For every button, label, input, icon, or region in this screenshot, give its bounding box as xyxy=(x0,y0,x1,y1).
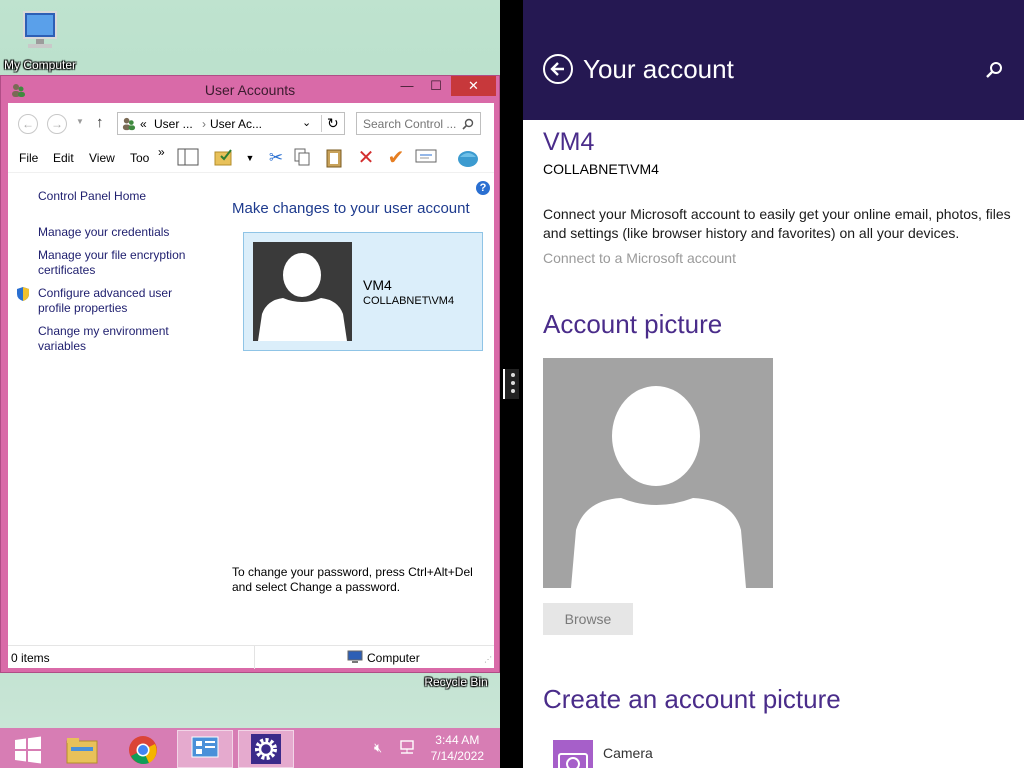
minimize-button[interactable]: — xyxy=(393,76,421,96)
camera-tile[interactable] xyxy=(553,740,593,768)
close-button[interactable]: ✕ xyxy=(451,76,496,96)
encryption-certificates-link[interactable]: Manage your file encryption certificates xyxy=(38,248,208,278)
taskbar-control-panel[interactable] xyxy=(177,730,233,768)
breadcrumb-user-accounts[interactable]: User ... xyxy=(154,117,193,131)
folder-icon xyxy=(66,738,98,764)
account-picture xyxy=(543,358,773,588)
account-domain: COLLABNET\VM4 xyxy=(543,161,659,177)
up-arrow-icon[interactable]: ↑ xyxy=(96,114,104,131)
my-computer-shortcut[interactable]: My Computer xyxy=(0,10,80,72)
menu-toolbar: File Edit View Too » ▼ ✂ ✕ ✔ xyxy=(8,143,494,173)
item-count: 0 items xyxy=(11,651,50,665)
menu-tools[interactable]: Too xyxy=(130,151,149,165)
clock-time: 3:44 AM xyxy=(435,733,480,747)
zone-label: Computer xyxy=(367,651,420,665)
clock-date: 7/14/2022 xyxy=(430,749,484,763)
user-silhouette-icon xyxy=(571,386,746,588)
refresh-icon[interactable]: ↻ xyxy=(321,115,339,132)
resize-grip-icon[interactable]: ⋰ xyxy=(484,655,492,664)
account-description: Connect your Microsoft account to easily… xyxy=(543,206,1011,241)
shield-icon xyxy=(17,287,29,301)
address-toolbar: ← → ▼ ↑ « User ... › User Ac... ⌄ ↻ xyxy=(8,103,494,143)
maximize-button[interactable]: ☐ xyxy=(422,76,450,96)
settings-title: Your account xyxy=(583,54,734,84)
control-panel-icon xyxy=(122,117,136,131)
user-name: VM4 xyxy=(363,277,392,293)
control-panel-home-link[interactable]: Control Panel Home xyxy=(38,189,208,204)
tasks-pane: Control Panel Home Manage your credentia… xyxy=(8,173,218,643)
user-domain: COLLABNET\VM4 xyxy=(363,295,455,307)
control-panel-icon xyxy=(191,736,219,758)
properties-icon[interactable] xyxy=(414,147,438,169)
search-icon[interactable] xyxy=(984,60,1004,80)
user-accounts-window: User Accounts — ☐ ✕ ← → ▼ ↑ « User ... ›… xyxy=(0,75,500,673)
account-picture-heading: Account picture xyxy=(543,309,723,339)
forward-arrow-icon[interactable]: → xyxy=(47,114,67,134)
recent-dropdown-icon[interactable]: ▼ xyxy=(76,117,84,126)
window-titlebar[interactable]: User Accounts — ☐ ✕ xyxy=(1,76,499,103)
taskbar-settings[interactable] xyxy=(238,730,294,768)
back-arrow-icon[interactable]: ← xyxy=(18,114,38,134)
computer-zone-icon xyxy=(347,650,363,663)
menu-overflow[interactable]: » xyxy=(158,145,165,159)
user-silhouette-icon xyxy=(258,253,347,341)
search-field[interactable] xyxy=(356,112,481,135)
window-content: ← → ▼ ↑ « User ... › User Ac... ⌄ ↻ Sear… xyxy=(8,103,494,669)
split-handle[interactable] xyxy=(503,369,519,399)
chevron-down-icon[interactable]: ⌄ xyxy=(302,116,311,129)
chevron-down-icon[interactable]: ▼ xyxy=(238,147,262,169)
taskbar-file-explorer[interactable] xyxy=(54,730,110,768)
start-button[interactable] xyxy=(0,730,56,768)
computer-icon xyxy=(23,11,57,48)
globe-icon[interactable] xyxy=(456,147,480,169)
account-name: VM4 xyxy=(543,128,595,156)
status-bar: 0 items Computer ⋰ xyxy=(8,645,494,669)
menu-file[interactable]: File xyxy=(19,151,38,165)
recycle-bin-label: Recycle Bin xyxy=(424,675,488,689)
advanced-profile-properties-link[interactable]: Configure advanced user profile properti… xyxy=(38,286,208,316)
password-note: To change your password, press Ctrl+Alt+… xyxy=(232,565,473,594)
camera-icon xyxy=(558,753,588,768)
panes-icon[interactable] xyxy=(176,147,200,169)
back-arrow-icon[interactable] xyxy=(543,54,573,84)
menu-view[interactable]: View xyxy=(89,151,115,165)
camera-label[interactable]: Camera xyxy=(603,745,653,761)
manage-credentials-link[interactable]: Manage your credentials xyxy=(38,225,208,240)
address-bar[interactable]: « User ... › User Ac... ⌄ ↻ xyxy=(117,112,345,135)
folder-options-icon[interactable] xyxy=(212,147,236,169)
gear-icon xyxy=(255,738,277,760)
settings-panel: Your account VM4 COLLABNET\VM4 Connect y… xyxy=(523,0,1024,768)
main-pane: ? Make changes to your user account VM4 … xyxy=(218,173,494,643)
user-tile[interactable]: VM4 COLLABNET\VM4 xyxy=(243,232,483,351)
avatar xyxy=(253,242,352,341)
connect-microsoft-account-link[interactable]: Connect to a Microsoft account xyxy=(543,250,736,266)
settings-header: Your account xyxy=(523,0,1024,120)
browse-button[interactable]: Browse xyxy=(543,603,633,635)
menu-edit[interactable]: Edit xyxy=(53,151,74,165)
create-account-picture-heading: Create an account picture xyxy=(543,684,841,714)
system-clock[interactable]: 3:44 AM 7/14/2022 xyxy=(431,732,484,764)
breadcrumb-prefix: « xyxy=(140,117,147,131)
checkmark-icon[interactable]: ✔ xyxy=(384,147,408,169)
breadcrumb-current[interactable]: User Ac... xyxy=(210,117,262,131)
recycle-bin-shortcut[interactable]: Recycle Bin xyxy=(416,675,496,689)
breadcrumb-separator: › xyxy=(202,117,206,131)
delete-icon[interactable]: ✕ xyxy=(354,147,378,169)
windows-logo-icon xyxy=(15,736,41,764)
taskbar: 🔇︎ 3:44 AM 7/14/2022 xyxy=(0,728,500,768)
help-icon[interactable]: ? xyxy=(476,181,490,195)
page-heading: Make changes to your user account xyxy=(232,200,470,217)
chrome-icon xyxy=(129,736,157,765)
copy-icon[interactable] xyxy=(290,147,314,169)
volume-muted-icon[interactable]: 🔇︎ xyxy=(374,740,382,756)
network-icon[interactable] xyxy=(398,740,416,756)
search-icon[interactable] xyxy=(462,118,474,130)
paste-icon[interactable] xyxy=(322,147,346,169)
environment-variables-link[interactable]: Change my environment variables xyxy=(38,324,208,354)
my-computer-label: My Computer xyxy=(3,58,77,72)
cut-icon[interactable]: ✂ xyxy=(264,147,288,169)
taskbar-chrome[interactable] xyxy=(115,730,171,768)
search-input[interactable] xyxy=(363,114,463,133)
